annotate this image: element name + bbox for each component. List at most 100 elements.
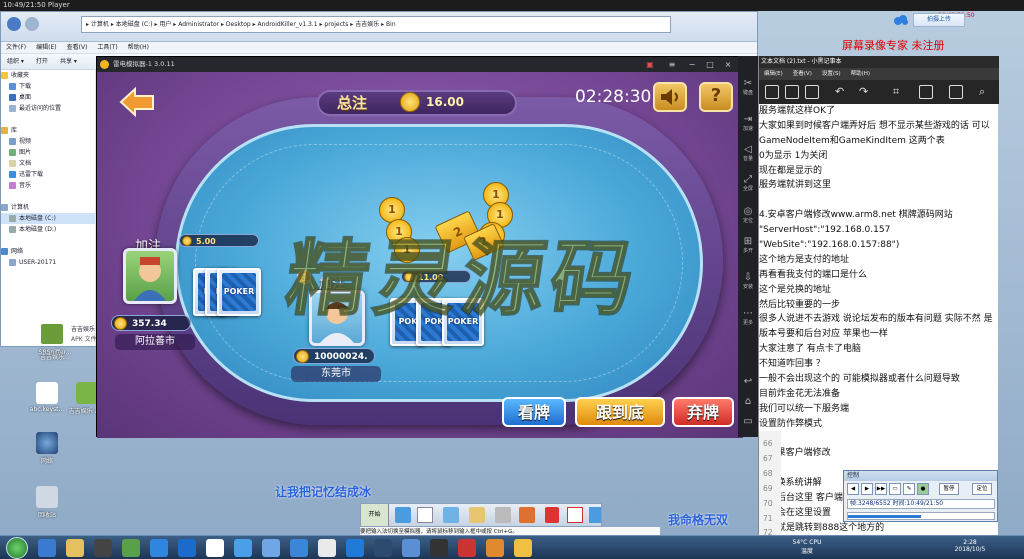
app-icon[interactable] (458, 539, 476, 557)
search-icon[interactable]: ⌕ (979, 85, 993, 99)
desktop-icon-recycle-bin[interactable]: 回收站 (22, 486, 72, 519)
menu-file[interactable]: 文件(F) (1, 42, 31, 54)
inner-start-button[interactable]: 开始 (361, 504, 389, 526)
tool-icon[interactable] (495, 507, 511, 523)
notepad-menu-settings[interactable]: 设置(S) (817, 68, 846, 80)
crop-icon[interactable]: ⌗ (893, 85, 907, 99)
fold-button[interactable]: 弃牌 (672, 397, 734, 427)
fullscreen-button[interactable]: ⤢ 全屏 (738, 174, 758, 192)
sidebar-item-user-pc[interactable]: USER-20171 (1, 257, 95, 268)
play-icon[interactable]: ▶ (861, 483, 873, 495)
new-icon[interactable] (765, 85, 779, 99)
share-button[interactable]: 共享 ▾ (54, 54, 83, 70)
app-icon[interactable] (589, 507, 601, 523)
install-button[interactable]: ⇩ 安装 (738, 272, 758, 290)
lock-icon[interactable] (545, 507, 559, 523)
screen-icon[interactable]: ▭ (889, 483, 901, 495)
multi-button[interactable]: ⊞ 多开 (738, 236, 758, 254)
mark-icon[interactable]: ● (917, 483, 929, 495)
app-icon[interactable] (346, 539, 364, 557)
document-icon[interactable] (417, 507, 433, 523)
app-icon[interactable] (443, 507, 459, 523)
menu-view[interactable]: 查看(V) (62, 42, 93, 54)
upload-button[interactable]: 拍摄上传 (913, 13, 965, 27)
copy-icon[interactable] (919, 85, 933, 99)
sidebar-item-videos[interactable]: 视频 (1, 136, 95, 147)
back-arrow-icon[interactable] (117, 86, 157, 118)
app-icon[interactable] (402, 539, 420, 557)
help-button[interactable]: ? (699, 82, 733, 112)
sidebar-item-drive-d[interactable]: 本地磁盘 (D:) (1, 224, 95, 235)
home-icon[interactable]: ⌂ (738, 396, 758, 407)
notepad-menu-view[interactable]: 查看(V) (788, 68, 817, 80)
sidebar-item-library[interactable]: 库 (1, 125, 95, 136)
sidebar-item-downloads[interactable]: 下载 (1, 81, 95, 92)
sidebar-item-desktop[interactable]: 桌面 (1, 92, 95, 103)
notepad-menu-help[interactable]: 帮助(H) (846, 68, 875, 80)
explorer-icon[interactable] (66, 539, 84, 557)
menu-tools[interactable]: 工具(T) (92, 42, 122, 54)
app-icon[interactable] (262, 539, 280, 557)
sidebar-item-pictures[interactable]: 图片 (1, 147, 95, 158)
rewind-icon[interactable]: ◀ (847, 483, 859, 495)
menu-edit[interactable]: 编辑(E) (31, 42, 61, 54)
notepad-menu-edit[interactable]: 编辑(E) (759, 68, 788, 80)
app-icon[interactable] (514, 539, 532, 557)
undo-icon[interactable]: ↶ (835, 85, 849, 99)
sidebar-item-drive-c[interactable]: 本地磁盘 (C:) (1, 213, 95, 224)
sidebar-item-documents[interactable]: 文档 (1, 158, 95, 169)
sidebar-item-xunlei[interactable]: 迅雷下载 (1, 169, 95, 180)
app-icon[interactable] (206, 539, 224, 557)
start-button[interactable] (6, 537, 28, 559)
forward-arrow-icon[interactable] (25, 17, 39, 31)
organize-button[interactable]: 组织 ▾ (1, 54, 30, 70)
save-icon[interactable] (805, 85, 819, 99)
location-button[interactable]: ◎ 定位 (738, 206, 758, 224)
dice-icon[interactable] (567, 507, 583, 523)
sidebar-item-computer[interactable]: 计算机 (1, 202, 95, 213)
maximize-icon[interactable]: □ (703, 57, 717, 72)
open-button[interactable]: 打开 (30, 54, 54, 70)
pen-icon[interactable]: ✎ (903, 483, 915, 495)
ie-icon[interactable] (38, 539, 56, 557)
more-button[interactable]: ⋯ 更多 (738, 308, 758, 326)
sidebar-item-network[interactable]: 网络 (1, 246, 95, 257)
app-icon[interactable] (178, 539, 196, 557)
app-icon[interactable] (374, 539, 392, 557)
app-icon[interactable] (519, 507, 535, 523)
back-arrow-icon[interactable] (7, 17, 21, 31)
sound-button[interactable] (653, 82, 687, 112)
forward-icon[interactable]: ▶▶ (875, 483, 887, 495)
keyboard-button[interactable]: ✂ 键盘 (738, 78, 758, 96)
app-icon[interactable] (486, 539, 504, 557)
look-card-button[interactable]: 看牌 (502, 397, 566, 427)
app-icon[interactable] (122, 539, 140, 557)
menu-help[interactable]: 帮助(H) (123, 42, 154, 54)
close-icon[interactable]: × (721, 57, 735, 72)
playback-slider[interactable] (847, 512, 995, 520)
app-icon[interactable] (395, 507, 411, 523)
minimize-icon[interactable]: − (685, 57, 699, 72)
app-icon[interactable] (430, 539, 448, 557)
recent-apps-icon[interactable]: ▭ (738, 416, 758, 427)
app-icon[interactable] (234, 539, 252, 557)
open-icon[interactable] (785, 85, 799, 99)
volume-button[interactable]: ◁ 音量 (738, 144, 758, 162)
tray-clock[interactable]: 2:28 2018/10/5 (940, 539, 1000, 553)
app-icon[interactable] (94, 539, 112, 557)
address-input[interactable]: ▸ 计算机 ▸ 本地磁盘 (C:) ▸ 用户 ▸ Administrator ▸… (81, 16, 671, 33)
app-icon[interactable] (318, 539, 336, 557)
menu-icon[interactable]: ≡ (665, 57, 679, 72)
sidebar-item-favorites[interactable]: 收藏夹 (1, 70, 95, 81)
app-icon[interactable] (290, 539, 308, 557)
desktop-icon-network[interactable]: 网络 (22, 432, 72, 465)
sidebar-item-music[interactable]: 音乐 (1, 180, 95, 191)
app-icon[interactable] (150, 539, 168, 557)
player-avatar[interactable] (123, 248, 177, 304)
back-icon[interactable]: ↩ (738, 376, 758, 387)
redo-icon[interactable]: ↷ (859, 85, 873, 99)
paste-icon[interactable] (949, 85, 963, 99)
follow-button[interactable]: 跟到底 (575, 397, 665, 427)
folder-icon[interactable] (469, 507, 485, 523)
speed-button[interactable]: ⇥ 加速 (738, 114, 758, 132)
